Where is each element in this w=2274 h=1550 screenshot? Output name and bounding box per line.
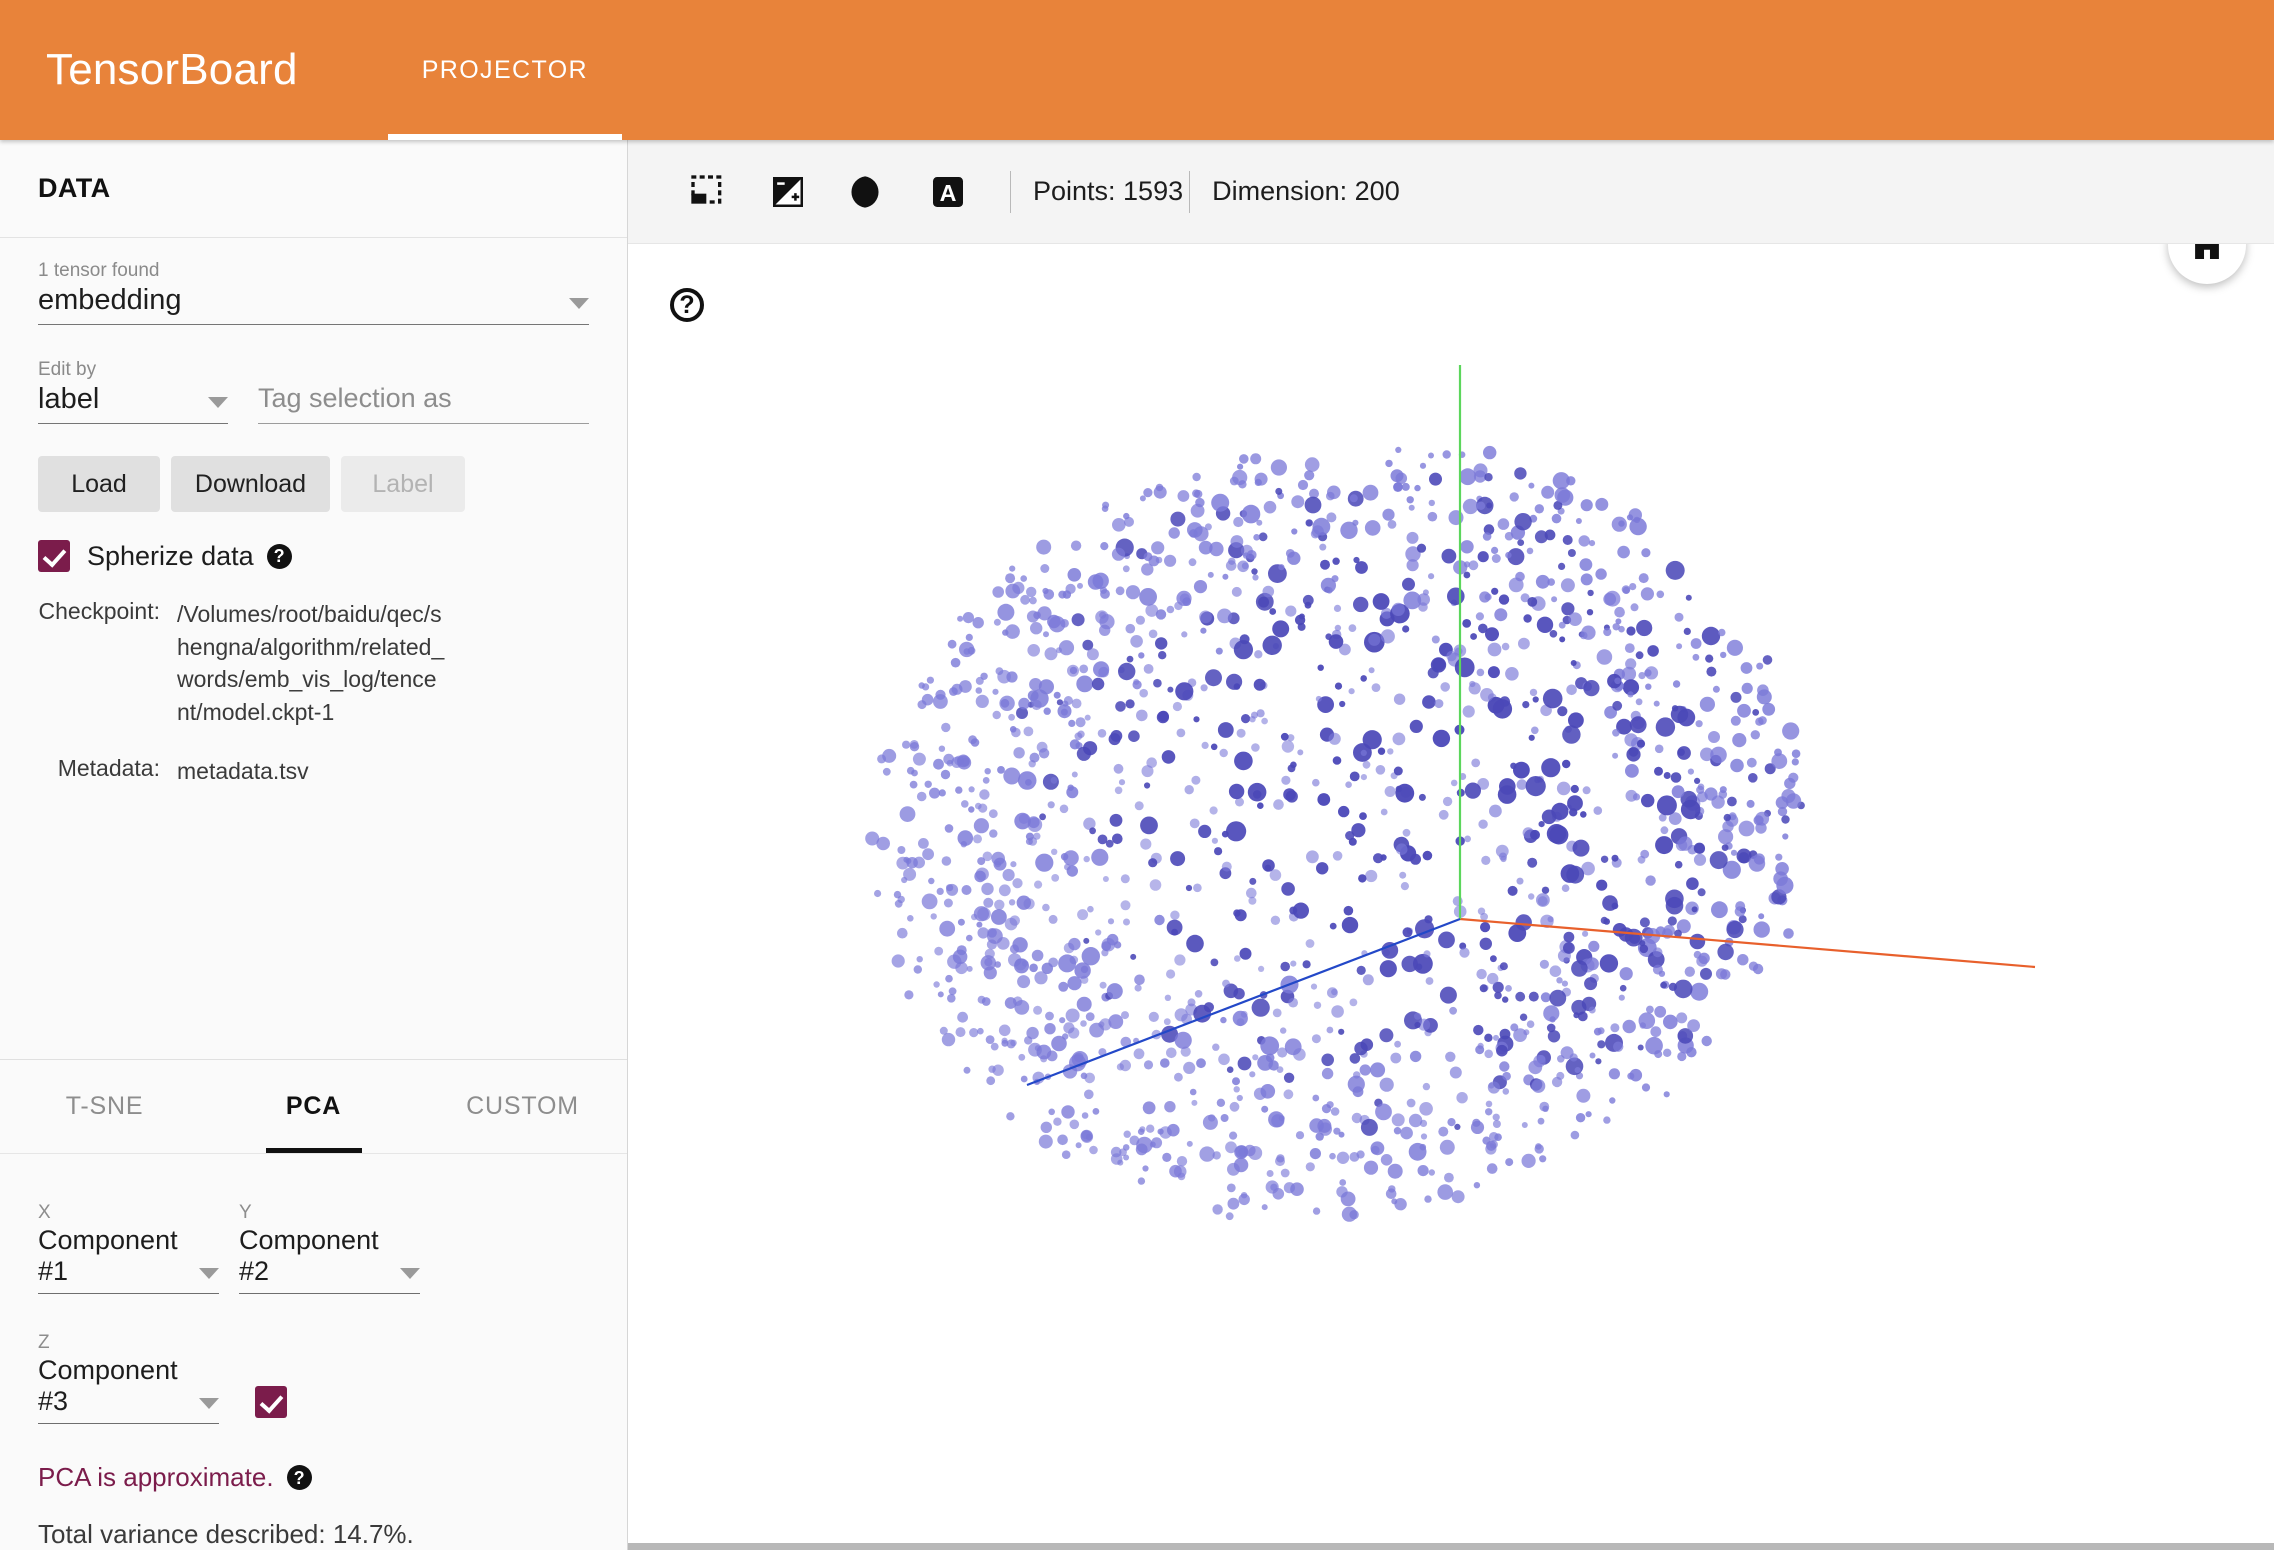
nav-tabs: PROJECTOR (387, 0, 623, 140)
help-filled-icon[interactable]: ? (266, 543, 292, 569)
viewer-toolbar: A Points: 1593 Dimension: 200 (628, 140, 2274, 244)
download-button[interactable]: Download (171, 456, 330, 512)
edit-by-row: Edit by label Tag selection as (38, 359, 589, 424)
edit-by-group: Edit by label (38, 359, 228, 424)
tab-tsne-label: T-SNE (65, 1092, 144, 1120)
chevron-down-icon (199, 1268, 219, 1279)
sphereize-row: Spherize data ? (38, 540, 589, 572)
metadata-key: Metadata: (57, 754, 160, 781)
tag-selection-placeholder: Tag selection as (258, 383, 452, 413)
data-actions-row: Load Download Label (38, 456, 589, 512)
y-axis-group: Y Component #2 (239, 1202, 420, 1294)
toolbar-divider (1189, 170, 1191, 213)
data-panel: 1 tensor found embedding Edit by label T… (0, 238, 627, 795)
help-filled-icon[interactable]: ? (286, 1465, 312, 1490)
x-axis-select[interactable]: Component #1 (38, 1225, 219, 1294)
pca-approximate-note: PCA is approximate. ? (38, 1462, 589, 1493)
projector-canvas[interactable]: ? (628, 244, 2274, 1550)
sphereize-checkbox[interactable] (38, 540, 70, 572)
z-axis-checkbox[interactable] (255, 1386, 287, 1418)
tab-pca-label: PCA (285, 1092, 342, 1120)
data-panel-header: DATA (0, 140, 627, 238)
main-area: A Points: 1593 Dimension: 200 ? (628, 140, 2274, 1550)
total-variance-text: Total variance described: 14.7%. (38, 1519, 414, 1549)
data-panel-title: DATA (38, 173, 111, 203)
metadata-row: Metadata: metadata.tsv (38, 755, 589, 788)
x-axis-value: Component #1 (38, 1225, 178, 1286)
y-axis-select[interactable]: Component #2 (239, 1225, 420, 1294)
tensor-select-group: 1 tensor found embedding (38, 260, 589, 325)
z-axis-group: Z Component #3 (38, 1332, 219, 1424)
tensor-select-value: embedding (38, 284, 182, 316)
xy-axis-row: X Component #1 Y Component #2 (38, 1202, 589, 1294)
horizontal-scrollbar[interactable] (628, 1543, 2274, 1550)
projections-panel: T-SNE PCA CUSTOM X Component #1 Y Compon… (0, 1059, 627, 1550)
z-axis-row: Z Component #3 (38, 1332, 589, 1424)
exposure-icon[interactable] (764, 168, 812, 216)
tab-custom[interactable]: CUSTOM (418, 1060, 627, 1153)
edit-by-value: label (38, 383, 100, 415)
checkpoint-row: Checkpoint: /Volumes/root/baidu/qec/shen… (38, 598, 589, 729)
tag-selection-field[interactable]: Tag selection as (258, 383, 589, 424)
tab-custom-label: CUSTOM (466, 1092, 579, 1120)
z-axis-select[interactable]: Component #3 (38, 1355, 219, 1424)
x-axis-caption: X (38, 1202, 51, 1223)
home-icon (2195, 244, 2219, 259)
tensor-select[interactable]: embedding (38, 284, 589, 325)
checkpoint-value: /Volumes/root/baidu/qec/shengna/algorith… (177, 601, 445, 725)
chevron-down-icon (400, 1268, 420, 1279)
sidebar: DATA 1 tensor found embedding Edit by la… (0, 140, 628, 1550)
pca-controls: X Component #1 Y Component #2 Z Componen… (0, 1154, 627, 1550)
help-circle-icon[interactable]: ? (670, 288, 704, 322)
tag-selection-caption (258, 359, 589, 381)
chevron-down-icon (569, 298, 589, 309)
scatter-plot (865, 365, 2036, 1222)
pca-approximate-text: PCA is approximate. (38, 1462, 274, 1492)
tensor-caption: 1 tensor found (38, 260, 160, 281)
tag-selection-group: Tag selection as (258, 359, 589, 424)
label-button[interactable]: Label (341, 456, 465, 512)
dimension-count: Dimension: 200 (1212, 176, 1400, 206)
z-axis-caption: Z (38, 1332, 50, 1353)
svg-text:A: A (940, 180, 957, 206)
tab-tsne[interactable]: T-SNE (0, 1060, 209, 1153)
metadata-value: metadata.tsv (177, 757, 309, 784)
toolbar-divider (1010, 170, 1011, 213)
y-axis-caption: Y (239, 1202, 252, 1223)
sphereize-label: Spherize data (87, 540, 254, 571)
edit-by-select[interactable]: label (38, 383, 228, 424)
body-wrapper: DATA 1 tensor found embedding Edit by la… (0, 140, 2274, 1550)
load-button[interactable]: Load (38, 456, 160, 512)
edit-by-caption: Edit by (38, 359, 97, 380)
x-axis-group: X Component #1 (38, 1202, 219, 1294)
show-labels-icon[interactable]: A (924, 168, 972, 216)
select-box-icon[interactable] (684, 168, 732, 216)
app-bar: TensorBoard PROJECTOR (0, 0, 2274, 140)
y-axis-value: Component #2 (239, 1225, 379, 1286)
chevron-down-icon (199, 1398, 219, 1409)
nav-tab-label: PROJECTOR (421, 55, 589, 84)
app-title: TensorBoard (46, 45, 298, 94)
night-mode-icon[interactable] (844, 168, 892, 216)
checkpoint-key: Checkpoint: (38, 598, 160, 624)
tab-pca[interactable]: PCA (209, 1060, 418, 1153)
z-axis-value: Component #3 (38, 1355, 178, 1416)
nav-tab-projector[interactable]: PROJECTOR (387, 0, 623, 140)
points-count: Points: 1593 (1033, 176, 1184, 206)
projection-tabs: T-SNE PCA CUSTOM (0, 1060, 627, 1154)
chevron-down-icon (208, 397, 228, 408)
